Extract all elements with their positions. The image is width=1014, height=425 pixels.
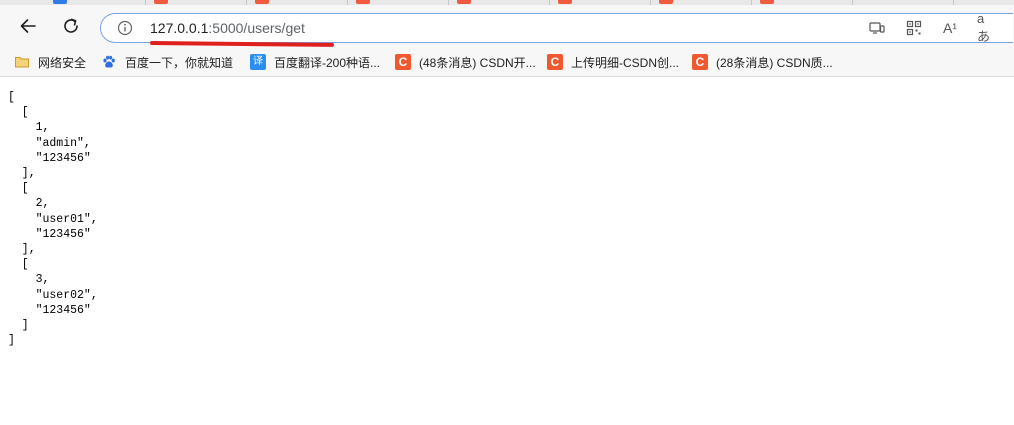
tab-favicon — [356, 0, 370, 4]
baidu-paw-icon — [101, 54, 117, 70]
translate-button[interactable]: aあ — [977, 11, 997, 44]
translate-icon: aあ — [977, 11, 991, 44]
url-text[interactable]: 127.0.0.1:5000/users/get — [150, 20, 305, 36]
bookmark-label: 百度翻译-200种语... — [274, 55, 381, 70]
bookmark-item[interactable]: 译 百度翻译-200种语... — [250, 53, 380, 71]
tab-favicon — [558, 0, 572, 4]
bookmark-label: (48条消息) CSDN开... — [419, 55, 536, 70]
tab-favicon — [53, 0, 67, 4]
url-host: 127.0.0.1 — [150, 20, 209, 36]
reload-icon — [64, 18, 78, 33]
bookmark-item[interactable]: C (48条消息) CSDN开... — [395, 53, 536, 71]
qr-code-icon — [906, 20, 922, 36]
tab-favicon — [457, 0, 471, 4]
bookmark-label: 百度一下，你就知道 — [125, 55, 234, 70]
tab-favicon — [154, 0, 168, 4]
url-path: :5000/users/get — [208, 20, 305, 36]
bookmark-item[interactable]: C 上传明细-CSDN创... — [547, 53, 679, 71]
folder-icon — [14, 54, 30, 70]
csdn-icon: C — [395, 54, 411, 70]
bookmark-item[interactable]: C (28条消息) CSDN质... — [692, 53, 833, 71]
csdn-icon: C — [547, 54, 563, 70]
read-aloud-icon: A¹ — [943, 20, 957, 36]
tab-favicon — [659, 0, 673, 4]
bookmarks-bar: 网络安全 百度一下，你就知道 译 百度翻译-200种语... C (48条消息)… — [0, 48, 1014, 77]
info-icon[interactable] — [117, 20, 133, 36]
bookmark-label: (28条消息) CSDN质... — [716, 55, 833, 70]
read-aloud-button[interactable]: A¹ — [940, 18, 960, 38]
immersive-reader-button[interactable] — [867, 18, 887, 38]
tab-favicon — [255, 0, 269, 4]
reload-button[interactable] — [56, 11, 86, 41]
bookmark-label: 上传明细-CSDN创... — [571, 55, 680, 70]
qr-code-button[interactable] — [904, 18, 924, 38]
tab-favicon — [760, 0, 774, 4]
translate-icon: 译 — [250, 54, 266, 70]
bookmark-item[interactable]: 百度一下，你就知道 — [101, 53, 233, 71]
bookmark-label: 网络安全 — [38, 55, 87, 70]
json-response-text: [ [ 1, "admin", "123456" ], [ 2, "user01… — [8, 91, 98, 348]
arrow-left-icon — [20, 19, 36, 33]
immersive-reader-icon — [869, 22, 885, 34]
bookmark-folder[interactable]: 网络安全 — [14, 53, 86, 71]
csdn-icon: C — [692, 54, 708, 70]
back-button[interactable] — [13, 11, 43, 41]
